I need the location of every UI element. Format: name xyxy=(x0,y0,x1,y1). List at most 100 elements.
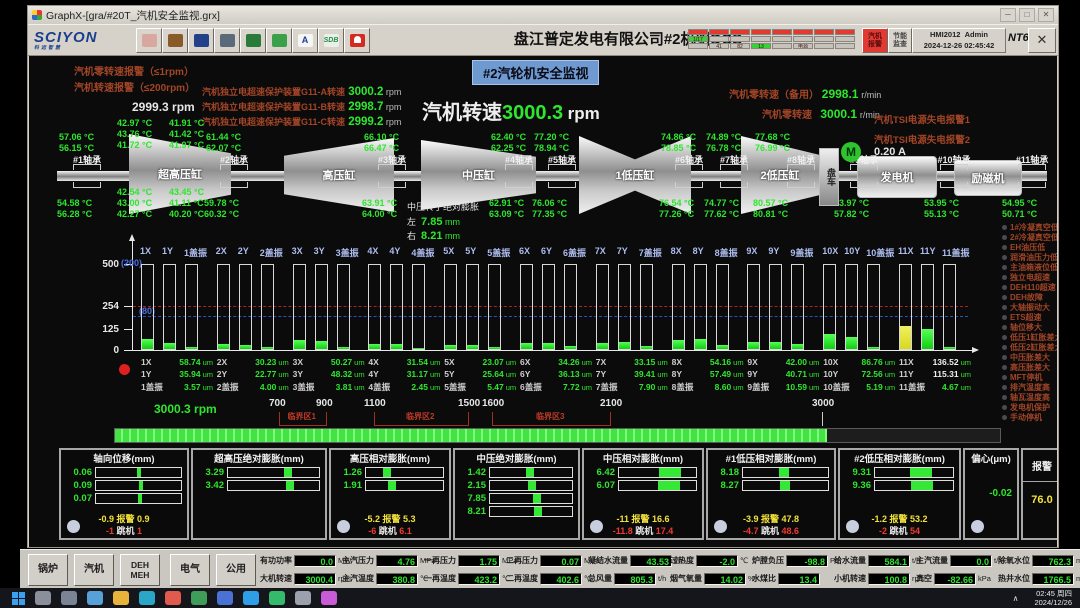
cards-icon[interactable] xyxy=(266,28,292,53)
edge-browser-icon[interactable] xyxy=(139,591,155,605)
panel-row: 0.06 xyxy=(66,467,182,478)
nav-button-4[interactable]: 电气 xyxy=(170,554,210,586)
bearing-temp: 55.13 °C xyxy=(924,209,986,219)
alarm-grid-cell[interactable] xyxy=(709,36,729,42)
aux-toolbar-button[interactable]: 节能监查 xyxy=(888,28,912,53)
status-field-value: 0.0 xyxy=(294,555,336,567)
alarm-grid-cell[interactable] xyxy=(814,36,834,42)
vib-bar-fill xyxy=(369,344,380,349)
machine-config-icon[interactable] xyxy=(214,28,240,53)
vib-bar xyxy=(943,264,956,350)
alarm-grid-cell[interactable] xyxy=(751,29,771,35)
ja-logo-icon[interactable]: A xyxy=(292,28,318,53)
display-icon[interactable] xyxy=(240,28,266,53)
window-close-button[interactable]: ✕ xyxy=(1038,8,1054,22)
eccentricity-alarm-value: 76.0 xyxy=(1023,482,1057,506)
status-field-label: 大机转速 xyxy=(260,573,292,584)
vib-bar-fill xyxy=(467,345,478,349)
alarm-grid-cell[interactable] xyxy=(751,36,771,42)
alarm-grid-cell[interactable] xyxy=(772,43,792,49)
trip-indicator: ETS超速 xyxy=(1002,312,1057,322)
operator-station-icon[interactable] xyxy=(188,28,214,53)
nav-button-2[interactable]: 汽机 xyxy=(74,554,114,586)
trip-indicator: 独立电超速 xyxy=(1002,272,1057,282)
g11-value: 2999.2 xyxy=(345,116,383,128)
trip-low: -4.7 xyxy=(743,526,761,536)
vib-bar-fill xyxy=(543,343,554,349)
vib-value-cell: 2Y22.77um xyxy=(217,369,289,379)
alarm-bell-icon[interactable] xyxy=(344,28,370,53)
window-titlebar[interactable]: GraphX-[gra/#20T_汽机安全监视.grx] ─ □ ✕ xyxy=(28,6,1058,24)
taskview-icon[interactable] xyxy=(61,591,77,605)
alarm-grid-cell[interactable] xyxy=(772,29,792,35)
chrome-browser-icon[interactable] xyxy=(165,591,181,605)
trip-indicator: 润滑油压力低 xyxy=(1002,252,1057,262)
alarm-grid-cell[interactable] xyxy=(835,43,855,49)
start-icon[interactable] xyxy=(12,592,25,605)
window-minimize-button[interactable]: ─ xyxy=(1000,8,1016,22)
alarm-grid-cell[interactable]: 82 xyxy=(730,43,750,49)
alarm-grid-cell[interactable]: 电源 xyxy=(793,43,813,49)
panel-bar xyxy=(95,493,182,504)
turbine-alarm-button[interactable]: 汽机报警 xyxy=(862,28,888,53)
folder-icon[interactable] xyxy=(113,591,129,605)
alarm-grid-cell[interactable] xyxy=(730,36,750,42)
alarm-grid-cell[interactable] xyxy=(688,43,708,49)
vib-value-unit: um xyxy=(961,383,971,392)
vib-bar xyxy=(466,264,479,350)
alarm-grid-cell[interactable] xyxy=(814,43,834,49)
vib-value-label: 3X xyxy=(293,357,303,367)
vib-bar xyxy=(845,264,858,350)
toolbar-close-button[interactable]: ✕ xyxy=(1028,28,1056,53)
alarm-grid-cell[interactable] xyxy=(688,29,708,35)
trip-indicator-lamp-icon xyxy=(1002,235,1007,240)
vib-bar-fill xyxy=(240,345,251,349)
bearing-bracket-top xyxy=(850,164,878,170)
nav-button-3[interactable]: DEHMEH xyxy=(120,554,160,586)
vib-bar xyxy=(899,264,912,350)
window-restore-button[interactable]: □ xyxy=(1019,8,1035,22)
trip-low: -1 xyxy=(106,526,117,536)
status-field-value: 380.8 xyxy=(376,573,418,585)
nav-button-1[interactable]: 锅炉 xyxy=(28,554,68,586)
alarm-grid-cell[interactable] xyxy=(835,29,855,35)
trip-word: 跳机 xyxy=(116,526,137,536)
alarm-grid-cell[interactable]: 41 xyxy=(709,43,729,49)
tray-expand-icon[interactable]: ∧ xyxy=(1013,594,1019,603)
code-editor-icon[interactable] xyxy=(243,591,259,605)
g11-unit: rpm xyxy=(383,87,401,97)
taskbar-clock[interactable]: 02:45 周四 2024/12/26 xyxy=(1034,589,1072,607)
users-icon[interactable] xyxy=(136,28,162,53)
vib-bar-label: 3Y xyxy=(314,246,325,256)
alarm-grid-cell[interactable] xyxy=(814,29,834,35)
status-field-unit: ℃ xyxy=(740,556,748,565)
alarm-grid-cell[interactable] xyxy=(835,36,855,42)
store-icon[interactable] xyxy=(191,591,207,605)
media-app-icon[interactable] xyxy=(321,591,337,605)
search-icon[interactable] xyxy=(35,591,51,605)
sdb-logo-icon[interactable]: SDB xyxy=(318,28,344,53)
green-app-icon[interactable] xyxy=(269,591,285,605)
alarm-grid-cell[interactable] xyxy=(709,29,729,35)
alarm-grid-cell[interactable] xyxy=(730,29,750,35)
alarm-grid-cell[interactable] xyxy=(772,36,792,42)
app-icon xyxy=(32,10,42,20)
vib-bar xyxy=(694,264,707,350)
status-field-label: 烟气氧量 xyxy=(670,573,702,584)
mail-icon[interactable] xyxy=(217,591,233,605)
vib-value-label: 8Y xyxy=(672,369,682,379)
widgets-icon[interactable] xyxy=(87,591,103,605)
vib-value-label: 4Y xyxy=(368,369,378,379)
panel-bar-indicator xyxy=(910,468,932,477)
settings-icon[interactable] xyxy=(295,591,311,605)
tools-icon[interactable] xyxy=(162,28,188,53)
alarm-grid-cell[interactable] xyxy=(793,36,813,42)
alarm-word: 报警 xyxy=(889,514,910,524)
nav-button-5[interactable]: 公用 xyxy=(216,554,256,586)
vib-value-label: 1Y xyxy=(141,369,151,379)
alarm-grid-cell[interactable]: 13 xyxy=(751,43,771,49)
alarm-grid-cell[interactable] xyxy=(793,29,813,35)
vib-bar-label: 11盖振 xyxy=(942,246,970,259)
vib-value: 2.45 xyxy=(411,382,428,392)
alarm-grid-cell[interactable]: 1/17 xyxy=(688,36,708,42)
